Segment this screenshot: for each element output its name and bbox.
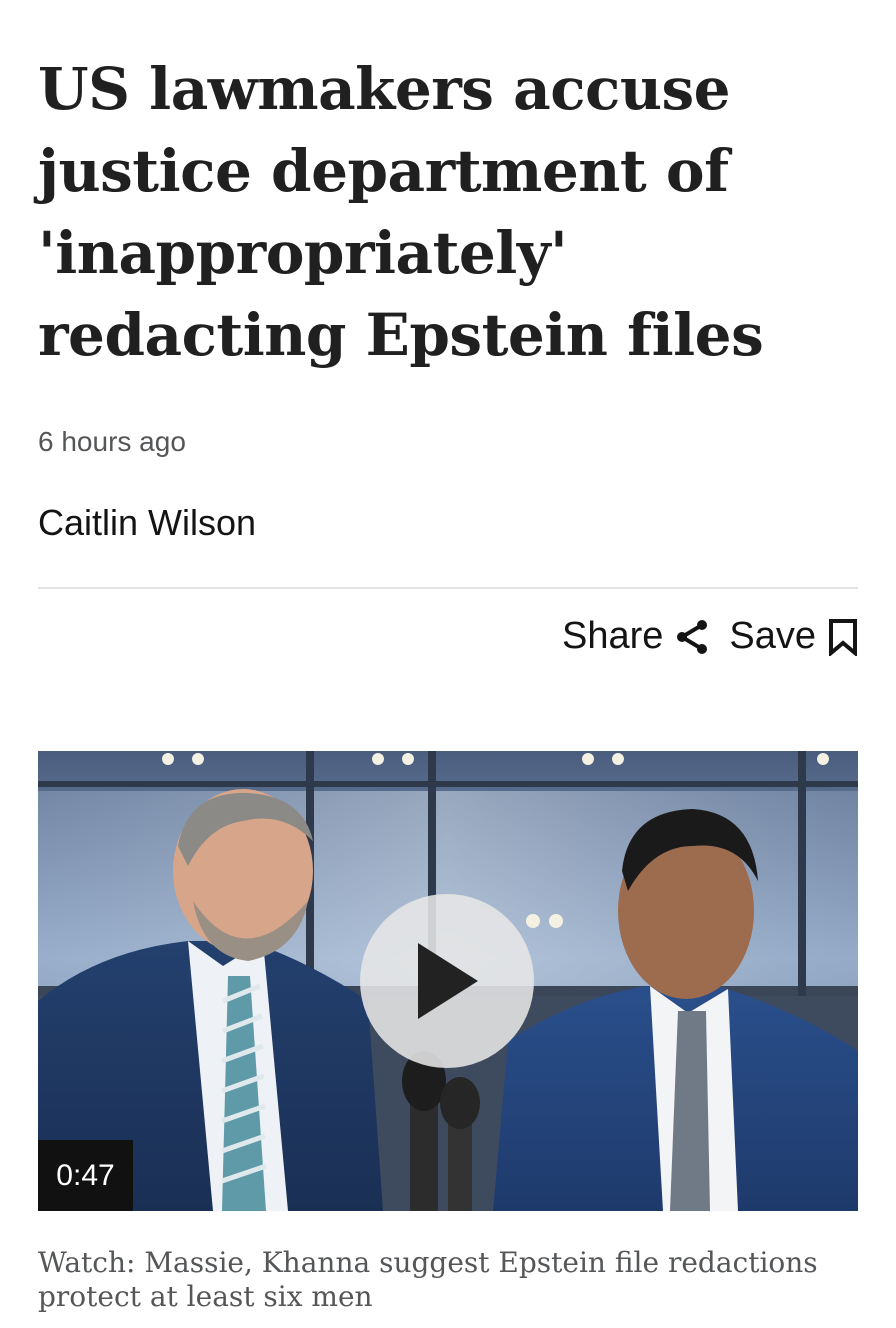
article-actions: Share Save: [562, 615, 858, 658]
share-label: Share: [561, 615, 664, 657]
article-author[interactable]: Caitlin Wilson: [38, 502, 256, 544]
play-icon: [418, 943, 478, 1019]
save-label: Save: [729, 615, 816, 657]
article-timestamp: 6 hours ago: [38, 426, 186, 457]
video-caption: Watch: Massie, Khanna suggest Epstein fi…: [38, 1246, 818, 1313]
article-headline: US lawmakers accuse justice department o…: [38, 55, 764, 369]
video-player[interactable]: 0:47: [38, 751, 858, 1211]
save-button[interactable]: Save: [729, 615, 858, 658]
share-button[interactable]: Share: [562, 615, 709, 658]
play-button[interactable]: [360, 894, 534, 1068]
divider: [38, 587, 858, 589]
video-duration: 0:47: [38, 1140, 133, 1211]
share-icon: [675, 619, 709, 655]
bookmark-icon: [828, 618, 858, 656]
